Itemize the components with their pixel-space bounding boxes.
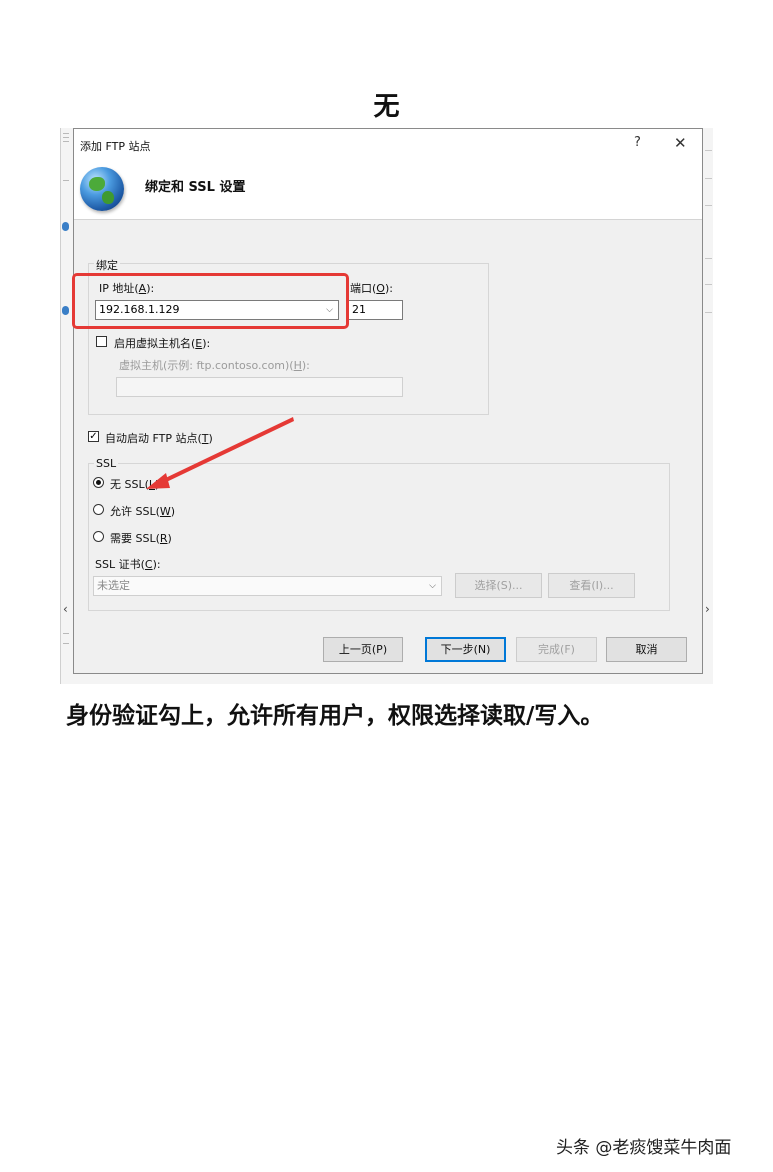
background-divider (63, 137, 69, 138)
background-divider (705, 150, 712, 151)
virtual-host-label: 启用虚拟主机名(E): (114, 337, 211, 350)
require-ssl-label: 需要 SSL(R) (110, 532, 172, 545)
port-label: 端口(O): (350, 282, 393, 295)
ssl-group-label: SSL (94, 457, 119, 470)
scroll-left-icon[interactable]: ‹ (63, 602, 68, 616)
require-ssl-radio[interactable] (93, 531, 104, 542)
port-input[interactable]: 21 (348, 300, 403, 320)
background-divider (705, 258, 712, 259)
background-divider (63, 633, 69, 634)
no-ssl-radio[interactable] (93, 477, 104, 488)
page-heading: 无 (373, 92, 400, 122)
chevron-down-icon: ⌵ (429, 581, 436, 591)
background-divider (63, 180, 69, 181)
previous-button[interactable]: 上一页(P) (323, 637, 403, 662)
view-cert-button[interactable]: 查看(I)... (548, 573, 635, 598)
background-divider (705, 284, 712, 285)
help-button[interactable]: ? (634, 135, 641, 150)
no-ssl-label: 无 SSL(L) (110, 478, 160, 491)
ip-highlight-box (72, 273, 349, 329)
background-divider (705, 312, 712, 313)
add-ftp-site-dialog: 添加 FTP 站点 ? ✕ 绑定和 SSL 设置 绑定 IP 地址(A): 19… (73, 128, 703, 674)
allow-ssl-label: 允许 SSL(W) (110, 505, 176, 518)
finish-button[interactable]: 完成(F) (516, 637, 597, 662)
ssl-cert-value: 未选定 (97, 579, 130, 592)
ssl-cert-select[interactable]: 未选定 ⌵ (93, 576, 442, 596)
background-divider (63, 141, 69, 142)
virtual-host-checkbox[interactable] (96, 336, 107, 347)
background-divider (63, 133, 69, 134)
dialog-subtitle: 绑定和 SSL 设置 (145, 180, 246, 195)
background-globe-icon (62, 222, 69, 231)
virtual-host-hint: 虚拟主机(示例: ftp.contoso.com)(H): (119, 359, 310, 372)
binding-group-label: 绑定 (94, 257, 120, 273)
background-divider (63, 643, 69, 644)
caption-text: 身份验证勾上，允许所有用户，权限选择读取/写入。 (66, 703, 604, 729)
ssl-cert-label: SSL 证书(C): (95, 558, 161, 571)
scroll-right-icon[interactable]: › (705, 602, 710, 616)
dialog-header: 添加 FTP 站点 ? ✕ 绑定和 SSL 设置 (74, 129, 702, 220)
cancel-button[interactable]: 取消 (606, 637, 687, 662)
next-button[interactable]: 下一步(N) (425, 637, 506, 662)
virtual-host-input[interactable] (116, 377, 403, 397)
background-divider (705, 205, 712, 206)
background-divider (705, 178, 712, 179)
auto-start-label: 自动启动 FTP 站点(T) (105, 432, 213, 445)
dialog-title: 添加 FTP 站点 (80, 140, 151, 153)
allow-ssl-radio[interactable] (93, 504, 104, 515)
auto-start-checkbox[interactable]: ✓ (88, 431, 99, 442)
select-cert-button[interactable]: 选择(S)... (455, 573, 542, 598)
globe-icon (80, 167, 124, 211)
watermark: 头条 @老痰馊菜牛肉面 (556, 1138, 732, 1158)
close-button[interactable]: ✕ (674, 134, 687, 152)
background-globe-icon (62, 306, 69, 315)
